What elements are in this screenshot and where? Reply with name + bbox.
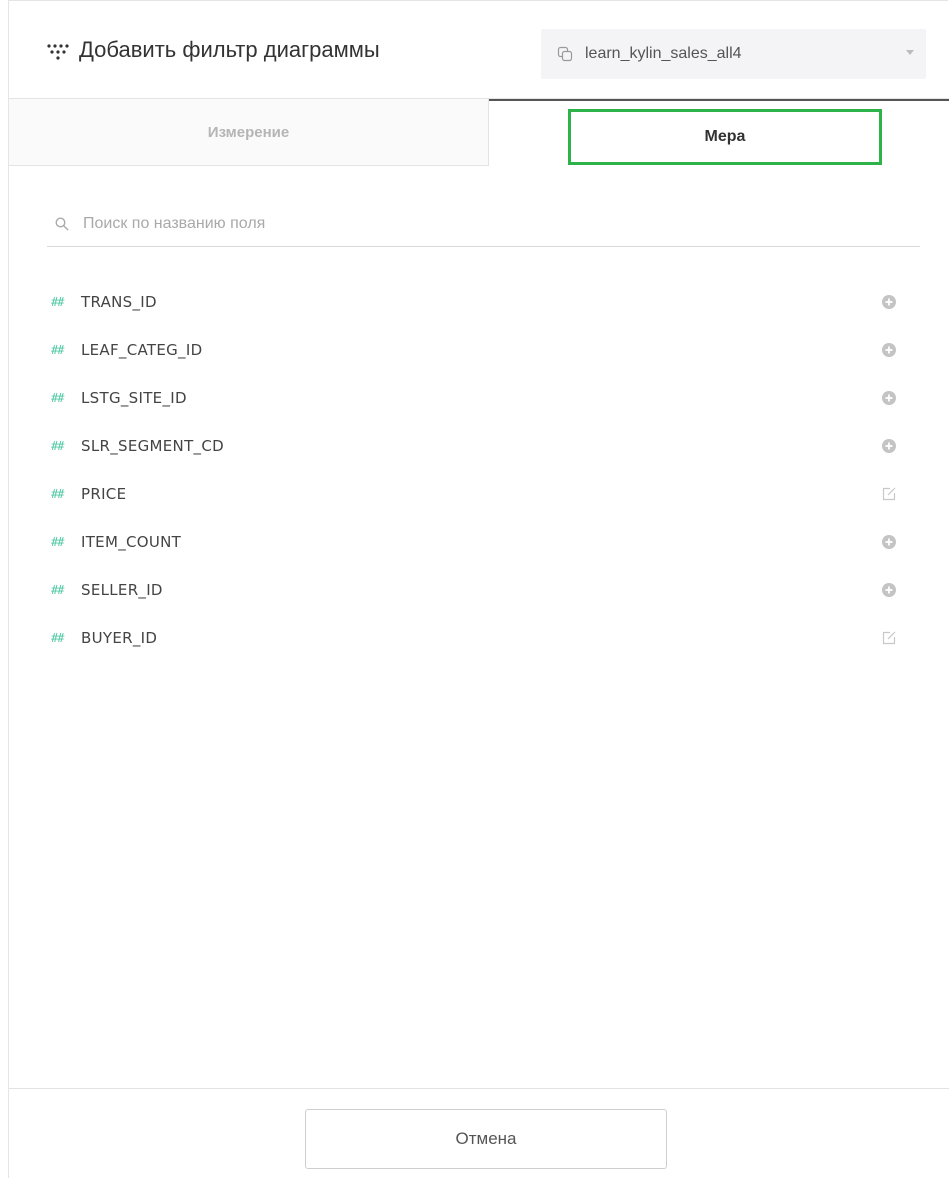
numeric-type-icon: ## bbox=[51, 487, 64, 501]
field-name: SELLER_ID bbox=[81, 581, 163, 599]
field-name: PRICE bbox=[81, 485, 127, 503]
field-name: LEAF_CATEG_ID bbox=[81, 341, 203, 359]
field-item-item-count[interactable]: ## ITEM_COUNT bbox=[47, 518, 920, 566]
dialog-footer: Отмена bbox=[9, 1088, 949, 1179]
tab-measure-container: Мера bbox=[489, 99, 949, 166]
field-item-leaf-categ-id[interactable]: ## LEAF_CATEG_ID bbox=[47, 326, 920, 374]
edit-icon[interactable] bbox=[880, 629, 898, 647]
scatter-dots-icon bbox=[47, 41, 69, 60]
field-name: LSTG_SITE_ID bbox=[81, 389, 187, 407]
field-item-seller-id[interactable]: ## SELLER_ID bbox=[47, 566, 920, 614]
search-input[interactable] bbox=[83, 214, 863, 233]
dialog-title: Добавить фильтр диаграммы bbox=[47, 37, 380, 63]
tab-bar: Измерение Мера bbox=[9, 99, 949, 166]
field-item-buyer-id[interactable]: ## BUYER_ID bbox=[47, 614, 920, 662]
field-name: BUYER_ID bbox=[81, 629, 158, 647]
add-icon[interactable] bbox=[880, 437, 898, 455]
dataset-select[interactable]: learn_kylin_sales_all4 bbox=[541, 29, 926, 79]
numeric-type-icon: ## bbox=[51, 583, 64, 597]
field-name: SLR_SEGMENT_CD bbox=[81, 437, 224, 455]
search-icon bbox=[55, 216, 69, 231]
edit-icon[interactable] bbox=[880, 485, 898, 503]
field-name: TRANS_ID bbox=[81, 293, 157, 311]
add-icon[interactable] bbox=[880, 341, 898, 359]
add-icon[interactable] bbox=[880, 581, 898, 599]
add-icon[interactable] bbox=[880, 293, 898, 311]
numeric-type-icon: ## bbox=[51, 535, 64, 549]
cancel-button[interactable]: Отмена bbox=[305, 1109, 667, 1169]
numeric-type-icon: ## bbox=[51, 631, 64, 645]
field-item-lstg-site-id[interactable]: ## LSTG_SITE_ID bbox=[47, 374, 920, 422]
numeric-type-icon: ## bbox=[51, 391, 64, 405]
dataset-icon bbox=[557, 46, 573, 62]
add-icon[interactable] bbox=[880, 533, 898, 551]
dialog-title-text: Добавить фильтр диаграммы bbox=[79, 37, 380, 62]
tab-measure[interactable]: Мера bbox=[568, 109, 882, 165]
field-item-price[interactable]: ## PRICE bbox=[47, 470, 920, 518]
add-chart-filter-dialog: Добавить фильтр диаграммы learn_kylin_sa… bbox=[8, 0, 949, 1179]
field-item-trans-id[interactable]: ## TRANS_ID bbox=[47, 278, 920, 326]
field-list: ## TRANS_ID ## LEAF_CATEG_ID ## LSTG_SIT… bbox=[47, 278, 920, 662]
search-bar bbox=[47, 201, 920, 247]
dataset-select-value: learn_kylin_sales_all4 bbox=[585, 45, 742, 62]
numeric-type-icon: ## bbox=[51, 295, 64, 309]
add-icon[interactable] bbox=[880, 389, 898, 407]
field-name: ITEM_COUNT bbox=[81, 533, 182, 551]
tab-dimension[interactable]: Измерение bbox=[9, 99, 489, 166]
numeric-type-icon: ## bbox=[51, 343, 64, 357]
field-item-slr-segment-cd[interactable]: ## SLR_SEGMENT_CD bbox=[47, 422, 920, 470]
dialog-header: Добавить фильтр диаграммы learn_kylin_sa… bbox=[9, 1, 949, 99]
chevron-down-icon bbox=[906, 50, 914, 55]
numeric-type-icon: ## bbox=[51, 439, 64, 453]
